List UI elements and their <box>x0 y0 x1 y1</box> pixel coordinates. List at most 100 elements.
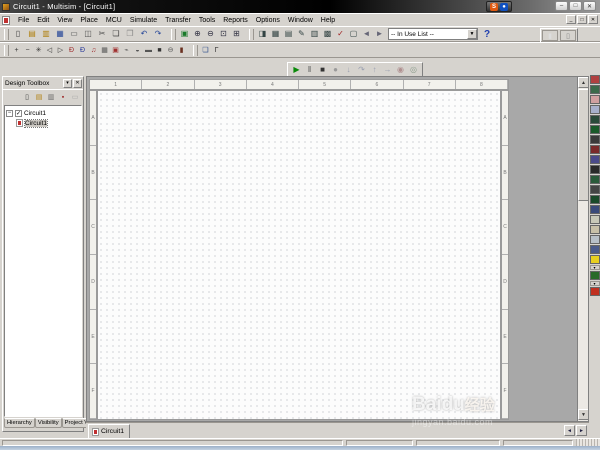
stop-simulation-button[interactable]: ■ <box>316 64 329 77</box>
logic-analyzer-instrument-button[interactable] <box>590 165 600 174</box>
menu-place[interactable]: Place <box>76 16 102 25</box>
scroll-up-button[interactable]: ▲ <box>578 77 589 88</box>
tree-collapse-icon[interactable]: − <box>6 110 13 117</box>
print-button[interactable]: ▭ <box>67 27 81 41</box>
iv-analyzer-instrument-button[interactable] <box>590 175 600 184</box>
place-advanced-peripherals-button[interactable]: ▬ <box>143 43 154 57</box>
logic-converter-instrument-button[interactable] <box>590 155 600 164</box>
toolbox-open-button[interactable]: ▤ <box>33 91 45 103</box>
back-annotate-button[interactable]: ◄ <box>360 27 373 41</box>
network-analyzer-instrument-button[interactable] <box>590 205 600 214</box>
place-cmos-button[interactable]: Ð <box>77 43 88 57</box>
in-use-list-combo[interactable]: -- In Use List -- ▼ <box>388 28 478 40</box>
copy-button[interactable]: ❏ <box>109 27 123 41</box>
pause-simulation-button[interactable]: ‖ <box>303 64 316 77</box>
vertical-scrollbar[interactable]: ▲ ▼ <box>577 77 588 421</box>
menu-help[interactable]: Help <box>317 16 339 25</box>
tree-root-row[interactable]: − ✓ Circuit1 <box>6 108 80 118</box>
tree-child-row[interactable]: Circuit1 <box>6 118 80 128</box>
step-out-button[interactable]: ↑ <box>368 64 381 77</box>
place-mixed-button[interactable]: ▦ <box>99 43 110 57</box>
toolbox-close-sheet-button[interactable]: ▪ <box>57 91 69 103</box>
step-over-button[interactable]: ↷ <box>355 64 368 77</box>
scroll-down-button[interactable]: ▼ <box>578 409 589 420</box>
place-analog-button[interactable]: ▷ <box>55 43 66 57</box>
four-channel-oscilloscope-instrument-button[interactable] <box>590 115 600 124</box>
menu-view[interactable]: View <box>53 16 76 25</box>
frequency-counter-instrument-button[interactable] <box>590 135 600 144</box>
open-button[interactable]: ▤ <box>25 27 39 41</box>
menu-simulate[interactable]: Simulate <box>126 16 161 25</box>
labview-instruments-dropdown[interactable]: ▾ <box>590 265 600 270</box>
forward-annotate-button[interactable]: ► <box>373 27 386 41</box>
function-generator-instrument-button[interactable] <box>590 85 600 94</box>
remove-breakpoints-button[interactable]: ◎ <box>407 64 420 77</box>
tab-scroll-right-button[interactable]: ► <box>576 425 587 436</box>
capture-area-button[interactable]: ▢ <box>347 27 360 41</box>
full-screen-button[interactable]: ▣ <box>178 27 191 41</box>
run-to-cursor-button[interactable]: → <box>381 64 394 77</box>
agilent-oscilloscope-instrument-button[interactable] <box>590 235 600 244</box>
place-misc-button[interactable]: ◒ <box>132 43 143 57</box>
vertical-scrollbar-thumb[interactable] <box>578 89 589 201</box>
place-electromechanical-button[interactable]: ⊖ <box>165 43 176 57</box>
menu-window[interactable]: Window <box>284 16 317 25</box>
open-sample-button[interactable]: ▥ <box>39 27 53 41</box>
simulate-run-switch-button[interactable]: ▮ <box>542 30 558 41</box>
spectrum-analyzer-instrument-button[interactable] <box>590 195 600 204</box>
zoom-area-button[interactable]: ⊡ <box>217 27 230 41</box>
help-button[interactable]: ? <box>480 27 494 41</box>
spreadsheet-view-button[interactable]: ▦ <box>269 27 282 41</box>
agilent-function-generator-instrument-button[interactable] <box>590 215 600 224</box>
undo-button[interactable]: ↶ <box>137 27 151 41</box>
word-generator-instrument-button[interactable] <box>590 145 600 154</box>
tab-hierarchy[interactable]: Hierarchy <box>4 418 35 428</box>
place-indicator-button[interactable]: ▣ <box>110 43 121 57</box>
place-source-button[interactable]: + <box>11 43 22 57</box>
labview-instruments-button[interactable] <box>590 255 600 264</box>
tray-info-icon[interactable]: ● <box>500 3 508 11</box>
mdi-close-button[interactable]: ✕ <box>588 15 598 24</box>
run-simulation-button[interactable]: ▶ <box>290 64 303 77</box>
redo-button[interactable]: ↷ <box>151 27 165 41</box>
toolbox-print-button[interactable]: ▭ <box>69 91 81 103</box>
menu-tools[interactable]: Tools <box>195 16 219 25</box>
toggle-breakpoint-button[interactable]: ◉ <box>394 64 407 77</box>
toolbox-new-button[interactable]: ▯ <box>21 91 33 103</box>
toolbox-save-button[interactable]: ▥ <box>45 91 57 103</box>
design-toolbox-close-button[interactable]: ✕ <box>73 79 82 88</box>
place-ni-component-button[interactable]: ▮ <box>176 43 187 57</box>
mdi-restore-button[interactable]: □ <box>577 15 587 24</box>
zoom-fit-button[interactable]: ⊞ <box>230 27 243 41</box>
pause-at-instruction-button[interactable]: ● <box>329 64 342 77</box>
postprocessor-button[interactable]: ▩ <box>321 27 334 41</box>
menu-file[interactable]: File <box>14 16 33 25</box>
tektronix-oscilloscope-instrument-button[interactable] <box>590 245 600 254</box>
simulate-pause-switch-button[interactable]: ▯ <box>560 30 576 41</box>
menu-options[interactable]: Options <box>252 16 284 25</box>
oscilloscope-instrument-button[interactable] <box>590 105 600 114</box>
schematic-sheet[interactable] <box>97 90 501 420</box>
window-minimize-button[interactable]: – <box>555 1 568 11</box>
grapher-button[interactable]: ▥ <box>308 27 321 41</box>
window-close-button[interactable]: ✕ <box>583 1 596 11</box>
mdi-minimize-button[interactable]: _ <box>566 15 576 24</box>
print-preview-button[interactable]: ◫ <box>81 27 95 41</box>
chevron-down-icon[interactable]: ▼ <box>467 29 477 39</box>
zoom-out-button[interactable]: ⊖ <box>204 27 217 41</box>
distortion-analyzer-instrument-button[interactable] <box>590 185 600 194</box>
design-toolbox-pin-button[interactable]: ▾ <box>63 79 72 88</box>
zoom-in-button[interactable]: ⊕ <box>191 27 204 41</box>
menu-reports[interactable]: Reports <box>219 16 252 25</box>
place-misc-digital-button[interactable]: ♫ <box>88 43 99 57</box>
place-diode-button[interactable]: ✳ <box>33 43 44 57</box>
place-power-button[interactable]: ⌁ <box>121 43 132 57</box>
create-component-button[interactable]: ✎ <box>295 27 308 41</box>
wattmeter-instrument-button[interactable] <box>590 95 600 104</box>
database-manager-button[interactable]: ▤ <box>282 27 295 41</box>
place-basic-button[interactable]: − <box>22 43 33 57</box>
schematic-workspace[interactable]: 12345678 ABCDEF ABCDEF ▲ ▼ <box>86 76 589 422</box>
bode-plotter-instrument-button[interactable] <box>590 125 600 134</box>
menu-edit[interactable]: Edit <box>33 16 53 25</box>
place-bus-button[interactable]: Γ <box>211 43 222 57</box>
